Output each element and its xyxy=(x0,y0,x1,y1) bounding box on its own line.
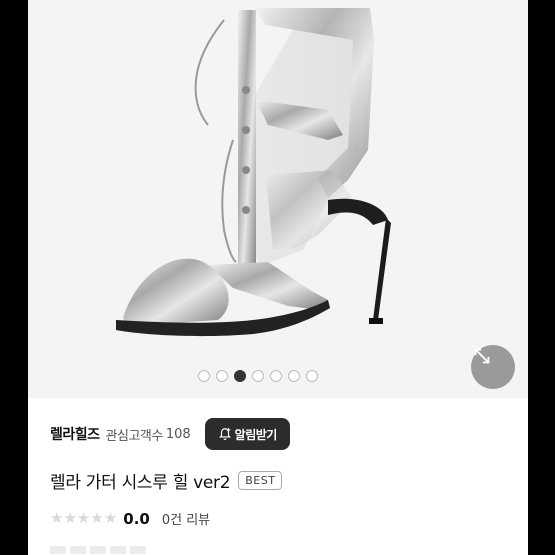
carousel-dot[interactable] xyxy=(198,370,210,382)
carousel-dot[interactable] xyxy=(288,370,300,382)
rating-stars: ★ ★ ★ ★ ★ xyxy=(50,511,117,526)
review-count[interactable]: 0건 리뷰 xyxy=(162,509,210,528)
title-row: 렐라 가터 시스루 힐 ver2 BEST xyxy=(50,468,283,493)
shoe-illustration xyxy=(116,8,391,337)
carousel-dot[interactable] xyxy=(216,370,228,382)
star-icon: ★ xyxy=(103,509,118,527)
shop-row: 렐라힐즈 관심고객수 108 알림받기 xyxy=(50,418,290,450)
cut-off-row xyxy=(50,546,146,554)
carousel-dot[interactable] xyxy=(252,370,264,382)
star-icon: ★ xyxy=(63,509,77,527)
carousel-dot[interactable] xyxy=(270,370,282,382)
rating-value: 0.0 xyxy=(123,509,150,528)
expand-arrows-icon xyxy=(474,348,490,364)
product-image[interactable] xyxy=(28,0,528,398)
star-icon: ★ xyxy=(76,509,91,527)
best-badge: BEST xyxy=(238,471,283,490)
alert-button-label: 알림받기 xyxy=(234,427,278,442)
product-title: 렐라 가터 시스루 힐 ver2 xyxy=(50,473,231,493)
alert-subscribe-button[interactable]: 알림받기 xyxy=(204,418,290,450)
star-icon: ★ xyxy=(90,509,104,527)
followers-label: 관심고객수 xyxy=(105,428,164,444)
carousel-dot-active[interactable] xyxy=(234,370,246,382)
product-info-panel: 렐라힐즈 관심고객수 108 알림받기 렐라 가터 시스루 힐 ver2 BES… xyxy=(28,398,528,555)
followers-count: 108 xyxy=(165,426,191,442)
expand-image-button[interactable] xyxy=(471,345,515,389)
carousel-indicators xyxy=(198,370,318,382)
bell-plus-icon xyxy=(218,428,231,441)
star-icon: ★ xyxy=(50,509,64,527)
product-page: 렐라힐즈 관심고객수 108 알림받기 렐라 가터 시스루 힐 ver2 BES… xyxy=(28,0,528,555)
shop-name[interactable]: 렐라힐즈 xyxy=(50,424,100,444)
rating-row[interactable]: ★ ★ ★ ★ ★ 0.0 0건 리뷰 xyxy=(50,509,210,529)
carousel-dot[interactable] xyxy=(306,370,318,382)
